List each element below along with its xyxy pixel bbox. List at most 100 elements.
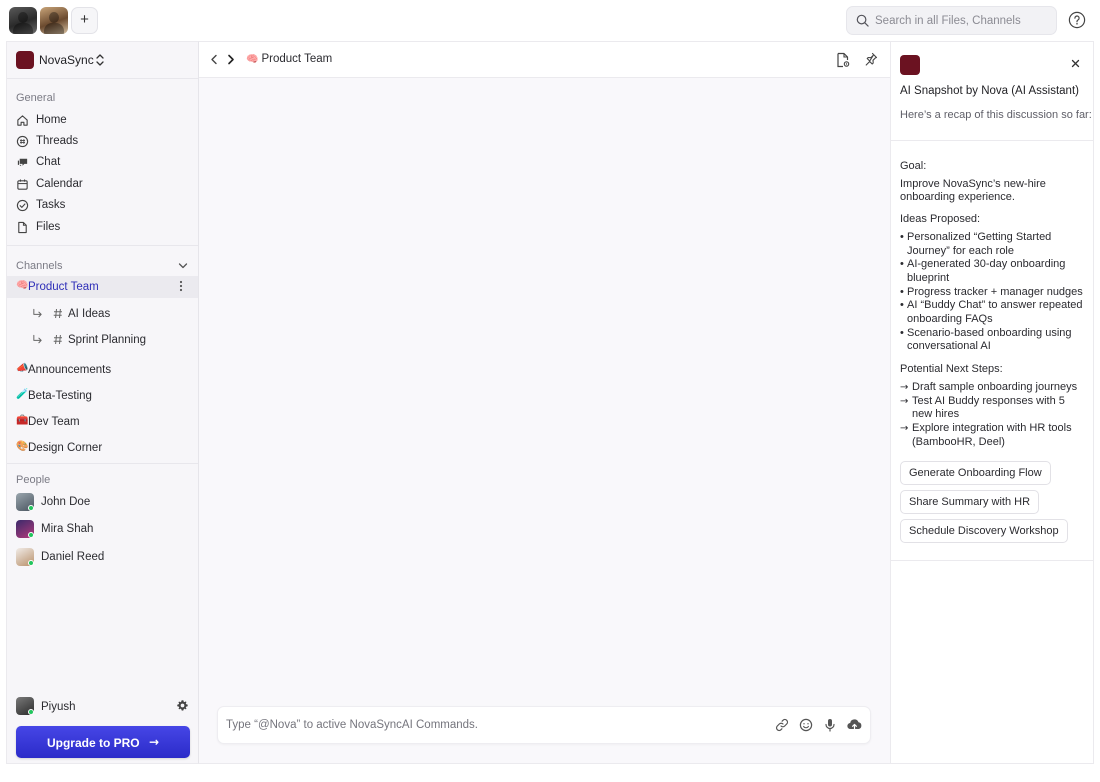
person-name: Mira Shah (41, 523, 94, 535)
search-box[interactable] (846, 6, 1057, 35)
cloud-upload-icon[interactable] (847, 718, 862, 731)
hash-icon (53, 308, 62, 319)
nav-chat[interactable]: Chat (16, 154, 188, 172)
sub-arrow-icon (33, 334, 42, 344)
person-name: Daniel Reed (41, 551, 105, 563)
org-switcher[interactable]: NovaSync (7, 42, 198, 79)
search-icon (856, 14, 869, 27)
channel-product-team[interactable]: 🧠 Product Team (7, 276, 198, 298)
panel-divider (891, 140, 1093, 141)
home-icon (17, 115, 28, 126)
online-status-dot (28, 709, 34, 715)
subchannel-ai-ideas[interactable]: AI Ideas (32, 306, 192, 324)
generate-onboarding-flow-button[interactable]: Generate Onboarding Flow (900, 461, 1051, 485)
subchannel-label: Sprint Planning (68, 334, 146, 346)
current-user[interactable]: Piyush (16, 697, 192, 719)
assistant-summary: Goal: Improve NovaSync’s new-hire onboar… (900, 160, 1086, 458)
org-logo (16, 51, 34, 69)
ai-assistant-panel: AI Snapshot by Nova (AI Assistant) Here’… (890, 41, 1094, 764)
chevron-down-icon[interactable] (178, 262, 188, 270)
person-john-doe[interactable]: John Doe (16, 493, 188, 513)
list-item: Explore integration with HR tools (Bambo… (900, 422, 1086, 449)
chevron-left-icon[interactable] (210, 54, 218, 65)
add-workspace-button[interactable]: + (71, 7, 98, 34)
list-item: AI “Buddy Chat” to answer repeated onboa… (900, 299, 1086, 326)
sidebar: NovaSync General Home Threads Chat Calen… (6, 41, 199, 764)
people-section-label: People (16, 474, 51, 486)
pin-icon[interactable] (864, 52, 878, 67)
goal-heading: Goal: (900, 160, 927, 172)
chat-icon (17, 158, 28, 167)
current-user-name: Piyush (41, 701, 76, 713)
close-icon[interactable] (1071, 57, 1080, 71)
threads-icon (16, 135, 29, 148)
person-daniel-reed[interactable]: Daniel Reed (16, 548, 188, 568)
upgrade-label: Upgrade to PRO (46, 735, 140, 750)
assistant-subtitle: Here’s a recap of this discussion so far… (900, 109, 1092, 121)
message-composer[interactable] (217, 706, 871, 744)
megaphone-icon: 📣 (16, 363, 29, 374)
breadcrumb-channel: Product Team (261, 53, 333, 65)
ideas-list: Personalized “Getting Started Journey” f… (900, 231, 1086, 354)
channel-design-corner[interactable]: 🎨 Design Corner (7, 437, 198, 459)
subchannel-sprint-planning[interactable]: Sprint Planning (32, 332, 192, 350)
file-settings-icon[interactable] (836, 52, 850, 68)
chevron-up-down-icon[interactable] (95, 53, 105, 67)
chevron-right-icon[interactable] (227, 54, 235, 65)
help-icon[interactable] (1068, 11, 1086, 29)
channel-header: 🧠 Product Team (199, 42, 890, 78)
brain-icon: 🧠 (16, 280, 29, 291)
channel-label: Beta-Testing (28, 390, 92, 402)
tasks-icon (16, 199, 29, 212)
next-steps-list: Draft sample onboarding journeys Test AI… (900, 381, 1086, 450)
channel-announcements[interactable]: 📣 Announcements (7, 359, 198, 381)
channel-label: Design Corner (28, 442, 103, 454)
more-vertical-icon[interactable] (179, 280, 183, 292)
nav-home[interactable]: Home (16, 112, 188, 130)
channel-label: Product Team (28, 281, 99, 293)
nav-label: Files (36, 221, 61, 233)
list-item: Progress tracker + manager nudges (900, 286, 1086, 300)
calendar-icon (17, 179, 28, 190)
nav-threads[interactable]: Threads (16, 133, 188, 151)
breadcrumb: 🧠 Product Team (246, 53, 332, 65)
emoji-icon[interactable] (799, 718, 813, 732)
sidebar-divider (7, 463, 198, 464)
channel-dev-team[interactable]: 🧰 Dev Team (7, 411, 198, 433)
nav-files[interactable]: Files (16, 219, 188, 237)
nav-label: Threads (36, 135, 79, 147)
channels-section-label: Channels (16, 260, 63, 272)
nav-tasks[interactable]: Tasks (16, 197, 188, 215)
subchannel-label: AI Ideas (68, 308, 111, 320)
search-input[interactable] (875, 7, 1053, 34)
assistant-title: AI Snapshot by Nova (AI Assistant) (900, 85, 1079, 97)
message-input[interactable] (226, 707, 766, 743)
channel-label: Dev Team (28, 416, 80, 428)
sidebar-divider (7, 245, 198, 246)
top-bar: + (0, 0, 1100, 41)
list-item: Test AI Buddy responses with 5 new hires (900, 395, 1086, 422)
list-item: Personalized “Getting Started Journey” f… (900, 231, 1086, 258)
nav-calendar[interactable]: Calendar (16, 176, 188, 194)
online-status-dot (28, 532, 34, 538)
microphone-icon[interactable] (824, 718, 836, 732)
goal-text: Improve NovaSync’s new-hire onboarding e… (900, 177, 1046, 204)
workspace-avatar-1[interactable] (9, 7, 37, 34)
nav-label: Home (36, 114, 67, 126)
panel-divider (891, 560, 1093, 561)
arrow-right-icon: → (148, 735, 160, 750)
nav-label: Chat (36, 156, 61, 168)
share-summary-button[interactable]: Share Summary with HR (900, 490, 1040, 514)
list-item: Draft sample onboarding journeys (900, 381, 1086, 395)
gear-icon[interactable] (176, 699, 189, 712)
sub-arrow-icon (33, 308, 42, 318)
next-steps-heading: Potential Next Steps: (900, 363, 1003, 376)
channel-beta-testing[interactable]: 🧪 Beta-Testing (7, 385, 198, 407)
person-mira-shah[interactable]: Mira Shah (16, 520, 188, 540)
palette-icon: 🎨 (16, 441, 29, 452)
link-icon[interactable] (775, 718, 789, 732)
nav-label: Tasks (36, 199, 66, 211)
workspace-avatar-2[interactable] (40, 7, 68, 34)
upgrade-to-pro-button[interactable]: Upgrade to PRO → (16, 726, 190, 758)
schedule-workshop-button[interactable]: Schedule Discovery Workshop (900, 519, 1068, 543)
